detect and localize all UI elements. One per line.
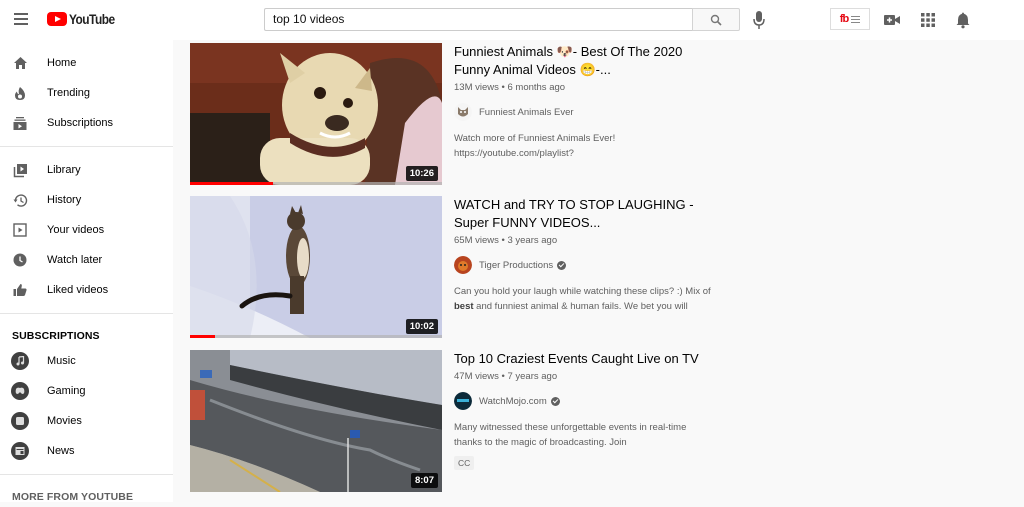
video-result[interactable]: 10:26 Funniest Animals 🐶- Best Of The 20… — [190, 43, 720, 188]
video-description: Many witnessed these unforgettable event… — [454, 422, 687, 448]
verified-icon — [550, 396, 560, 406]
extension-menu-icon — [851, 15, 861, 23]
extension-logo: fb — [839, 13, 849, 25]
movies-icon — [11, 412, 29, 430]
create-video-icon[interactable] — [883, 11, 901, 29]
verified-icon — [557, 260, 567, 270]
video-thumbnail[interactable]: 8:07 — [190, 350, 442, 492]
watch-progress — [190, 335, 442, 338]
sidebar-item-trending[interactable]: Trending — [0, 78, 173, 108]
notifications-icon[interactable] — [954, 11, 972, 29]
sidebar-divider — [0, 313, 173, 314]
channel-name: Tiger Productions — [479, 259, 554, 271]
closed-captions-badge: CC — [454, 456, 475, 470]
more-from-youtube-heading: MORE FROM YOUTUBE — [12, 491, 134, 503]
video-duration: 10:02 — [405, 319, 438, 334]
search-icon — [710, 14, 722, 26]
description-text: Can you hold your laugh while watching t… — [454, 286, 711, 297]
sidebar-item-news[interactable]: News — [0, 436, 173, 466]
top-bar: YouTube top 10 videos fb — [0, 0, 1024, 40]
youtube-play-icon — [47, 12, 67, 26]
search-input[interactable]: top 10 videos — [264, 8, 692, 31]
sidebar-item-home[interactable]: Home — [0, 48, 173, 78]
youtube-logo[interactable]: YouTube — [47, 11, 123, 27]
logo-text: YouTube — [69, 11, 115, 27]
video-duration: 10:26 — [405, 166, 438, 181]
video-title[interactable]: Top 10 Craziest Events Caught Live on TV — [454, 350, 716, 368]
video-meta: 47M views • 7 years ago — [454, 371, 558, 382]
sidebar-item-music[interactable]: Music — [0, 346, 173, 376]
sidebar-item-movies[interactable]: Movies — [0, 406, 173, 436]
description-highlight: best — [454, 301, 474, 312]
music-icon — [11, 352, 29, 370]
extension-button[interactable]: fb — [830, 8, 870, 30]
watch-progress — [190, 182, 442, 185]
video-description: Can you hold your laugh while watching t… — [454, 284, 716, 314]
sidebar-item-liked-videos[interactable]: Liked videos — [0, 275, 173, 305]
video-duration: 8:07 — [410, 473, 438, 488]
sidebar: Home Trending Subscriptions Library Hist… — [0, 40, 173, 503]
tsunami-thumbnail-image — [190, 350, 442, 492]
sidebar-divider — [0, 474, 173, 475]
mic-icon[interactable] — [751, 10, 767, 30]
sidebar-item-your-videos[interactable]: Your videos — [0, 215, 173, 245]
home-icon — [12, 55, 28, 71]
channel-link[interactable]: Funniest Animals Ever — [454, 103, 716, 121]
sidebar-item-library[interactable]: Library — [0, 155, 173, 185]
sidebar-item-subscriptions[interactable]: Subscriptions — [0, 108, 173, 138]
watch-later-icon — [12, 252, 28, 268]
video-meta: 65M views • 3 years ago — [454, 235, 558, 246]
channel-avatar — [454, 256, 472, 274]
subscriptions-heading: SUBSCRIPTIONS — [12, 330, 100, 342]
news-icon — [11, 442, 29, 460]
trending-icon — [12, 85, 28, 101]
video-meta: 13M views • 6 months ago — [454, 82, 566, 93]
channel-avatar — [454, 103, 472, 121]
menu-icon[interactable] — [14, 13, 28, 25]
gaming-icon — [11, 382, 29, 400]
video-title[interactable]: WATCH and TRY TO STOP LAUGHING - Super F… — [454, 196, 716, 232]
sidebar-divider — [0, 146, 173, 147]
library-icon — [12, 162, 28, 178]
channel-avatar — [454, 392, 472, 410]
search-button[interactable] — [692, 8, 740, 31]
video-description: Watch more of Funniest Animals Ever! htt… — [454, 133, 616, 159]
liked-icon — [12, 282, 28, 298]
channel-name: WatchMojo.com — [479, 395, 547, 407]
video-result[interactable]: 8:07 Top 10 Craziest Events Caught Live … — [190, 350, 720, 495]
video-thumbnail[interactable]: 10:26 — [190, 43, 442, 185]
video-result[interactable]: 10:02 WATCH and TRY TO STOP LAUGHING - S… — [190, 196, 720, 341]
video-thumbnail[interactable]: 10:02 — [190, 196, 442, 338]
dog-thumbnail-image — [190, 43, 442, 185]
sidebar-item-history[interactable]: History — [0, 185, 173, 215]
cat-thumbnail-image — [190, 196, 442, 338]
channel-link[interactable]: WatchMojo.com — [454, 392, 716, 410]
sidebar-item-gaming[interactable]: Gaming — [0, 376, 173, 406]
your-videos-icon — [12, 222, 28, 238]
sidebar-item-watch-later[interactable]: Watch later — [0, 245, 173, 275]
apps-icon[interactable] — [919, 11, 937, 29]
video-title[interactable]: Funniest Animals 🐶- Best Of The 2020 Fun… — [454, 43, 716, 79]
watch-progress-fill — [190, 335, 216, 338]
description-text: and funniest animal & human fails. We be… — [473, 301, 688, 312]
channel-link[interactable]: Tiger Productions — [454, 256, 716, 274]
watch-progress-fill — [190, 182, 274, 185]
channel-name: Funniest Animals Ever — [479, 106, 574, 118]
subscriptions-icon — [12, 115, 28, 131]
history-icon — [12, 192, 28, 208]
